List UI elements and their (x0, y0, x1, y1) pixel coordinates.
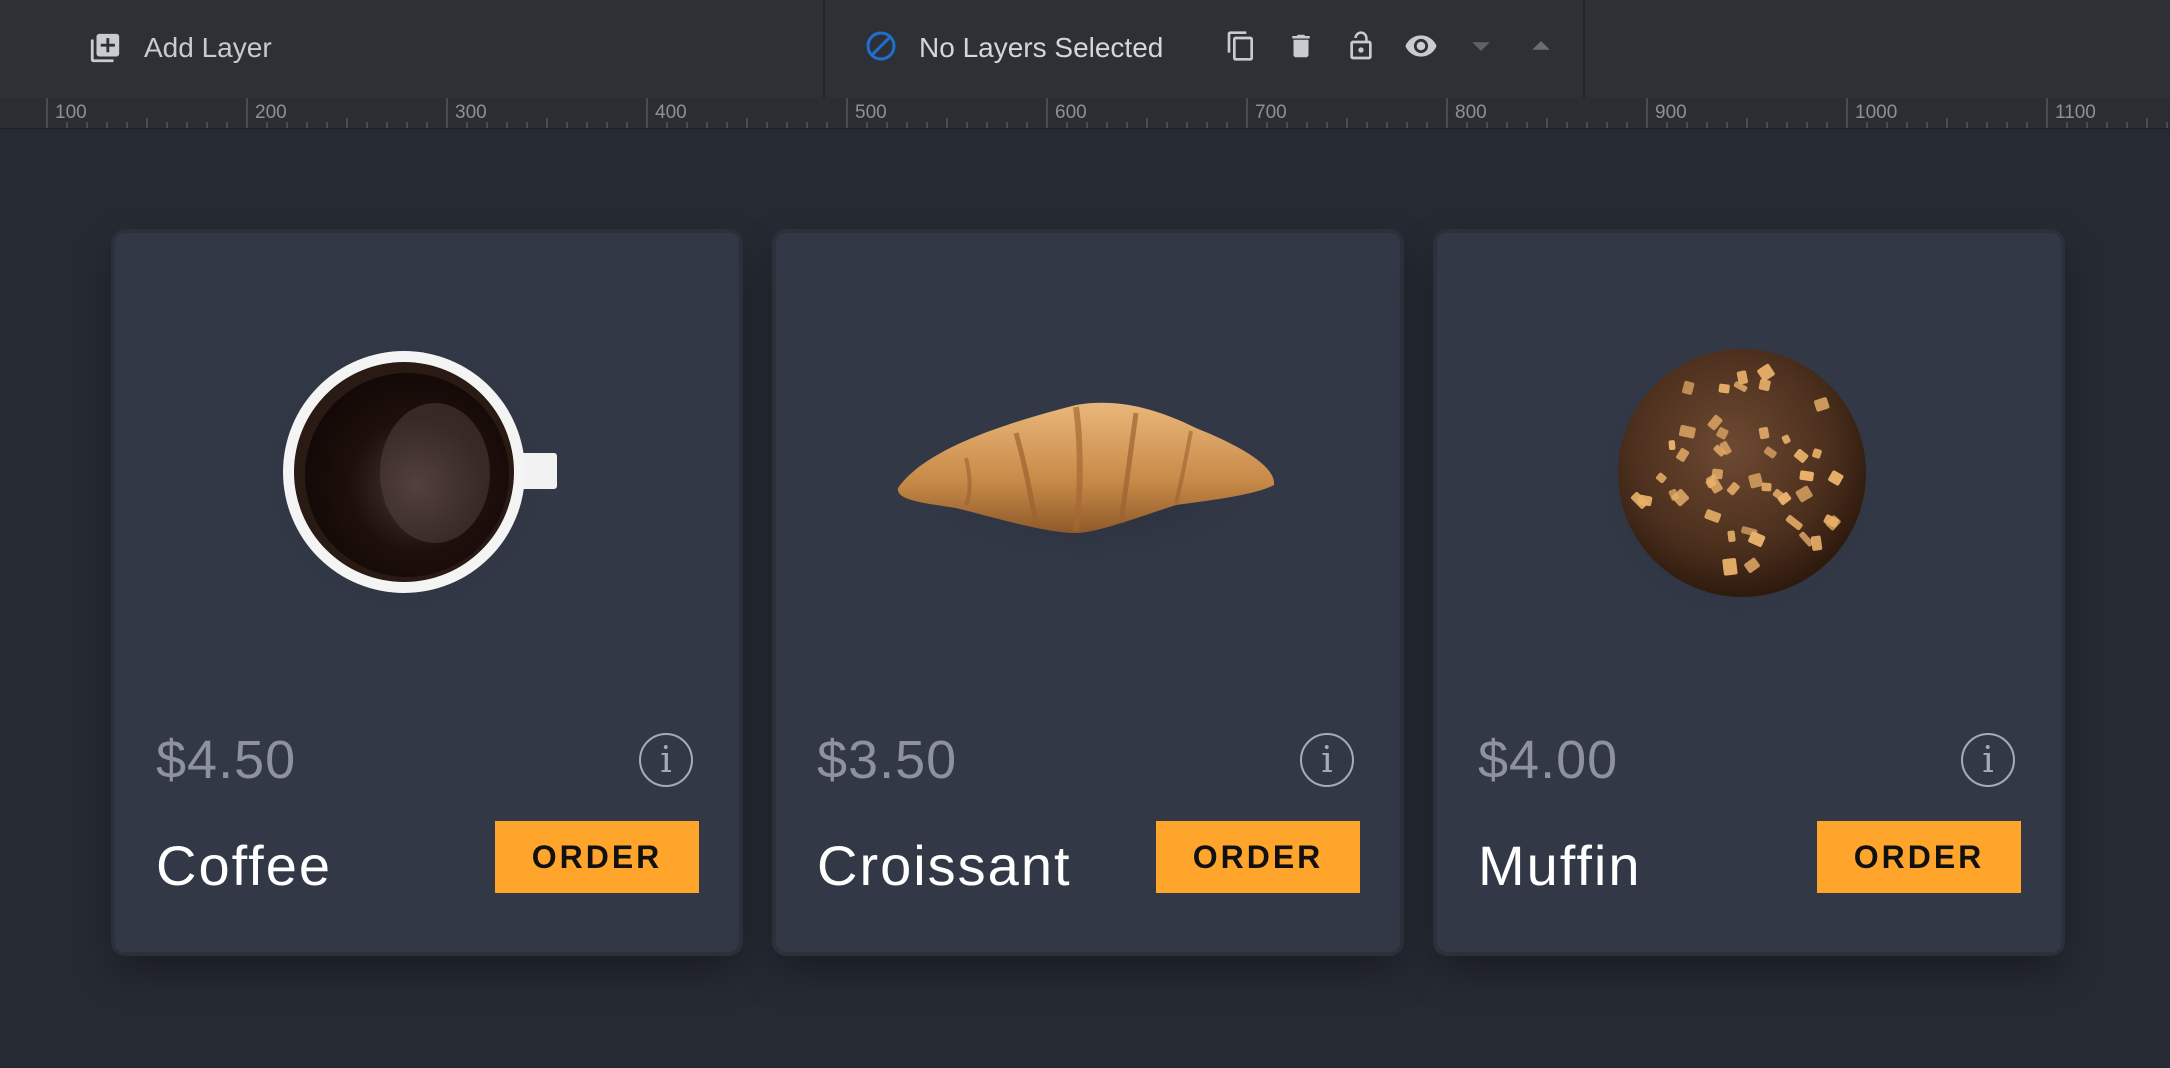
ruler-label: 100 (55, 102, 87, 123)
product-price: $4.00 (1478, 730, 1619, 790)
order-button[interactable]: ORDER (1156, 821, 1360, 893)
visibility-button[interactable] (1399, 26, 1443, 70)
lock-icon (1345, 30, 1377, 67)
add-layer-icon (88, 31, 122, 65)
move-up-button[interactable] (1519, 26, 1563, 70)
horizontal-ruler: 100 200 300 400 500 600 700 800 900 1000… (0, 98, 2170, 129)
ruler-label: 200 (255, 102, 287, 123)
muffin-image (1567, 318, 1907, 648)
duplicate-icon (1225, 30, 1257, 67)
move-down-button[interactable] (1459, 26, 1503, 70)
ruler-label: 600 (1055, 102, 1087, 123)
info-icon: i (660, 739, 672, 781)
selection-status: No Layers Selected (865, 24, 1163, 72)
no-selection-icon (865, 30, 897, 67)
product-name: Muffin (1478, 834, 1642, 897)
product-price: $4.50 (156, 730, 297, 790)
product-name: Coffee (156, 834, 332, 897)
nut-chunk (1718, 383, 1730, 394)
ruler-label: 1100 (2055, 102, 2096, 123)
ruler-label: 800 (1455, 102, 1487, 123)
coffee-image (235, 313, 575, 643)
info-button[interactable]: i (639, 733, 693, 787)
info-icon: i (1321, 739, 1333, 781)
product-card-muffin: $4.00 i Muffin ORDER (1437, 233, 2061, 952)
order-button[interactable]: ORDER (1817, 821, 2021, 893)
toolbar-left-section: Add Layer (0, 0, 823, 98)
add-layer-label: Add Layer (144, 32, 272, 63)
ruler-label: 300 (455, 102, 487, 123)
duplicate-button[interactable] (1219, 26, 1263, 70)
ruler-scale: 100 200 300 400 500 600 700 800 900 1000… (46, 98, 2168, 128)
add-layer-button[interactable]: Add Layer (88, 24, 272, 72)
lock-button[interactable] (1339, 26, 1383, 70)
product-card-coffee: $4.50 i Coffee ORDER (115, 233, 739, 952)
nut-chunk (1799, 470, 1814, 482)
info-icon: i (1982, 739, 1994, 781)
ruler-label: 700 (1255, 102, 1287, 123)
delete-button[interactable] (1279, 26, 1323, 70)
editor-toolbar: Add Layer No Layers Selected (0, 0, 2170, 98)
product-name: Croissant (817, 834, 1072, 897)
product-price: $3.50 (817, 730, 958, 790)
nut-chunk (1758, 426, 1770, 440)
order-button[interactable]: ORDER (495, 821, 699, 893)
nut-chunk (1668, 440, 1676, 451)
info-button[interactable]: i (1961, 733, 2015, 787)
nut-chunk (1758, 379, 1771, 391)
toolbar-layer-actions: No Layers Selected (823, 0, 1585, 98)
product-card-croissant: $3.50 i Croissant ORDER (776, 233, 1400, 952)
visibility-icon (1404, 29, 1438, 68)
move-down-icon (1466, 31, 1496, 66)
info-button[interactable]: i (1300, 733, 1354, 787)
ruler-label: 1000 (1855, 102, 1897, 123)
ruler-label: 400 (655, 102, 687, 123)
delete-icon (1286, 31, 1316, 66)
move-up-icon (1526, 31, 1556, 66)
nut-chunk (1761, 482, 1772, 492)
nut-chunk (1722, 557, 1738, 576)
ruler-label: 500 (855, 102, 887, 123)
croissant-image (876, 398, 1296, 578)
nut-chunk (1727, 530, 1736, 543)
selection-status-label: No Layers Selected (919, 32, 1164, 63)
ruler-label: 900 (1655, 102, 1687, 123)
